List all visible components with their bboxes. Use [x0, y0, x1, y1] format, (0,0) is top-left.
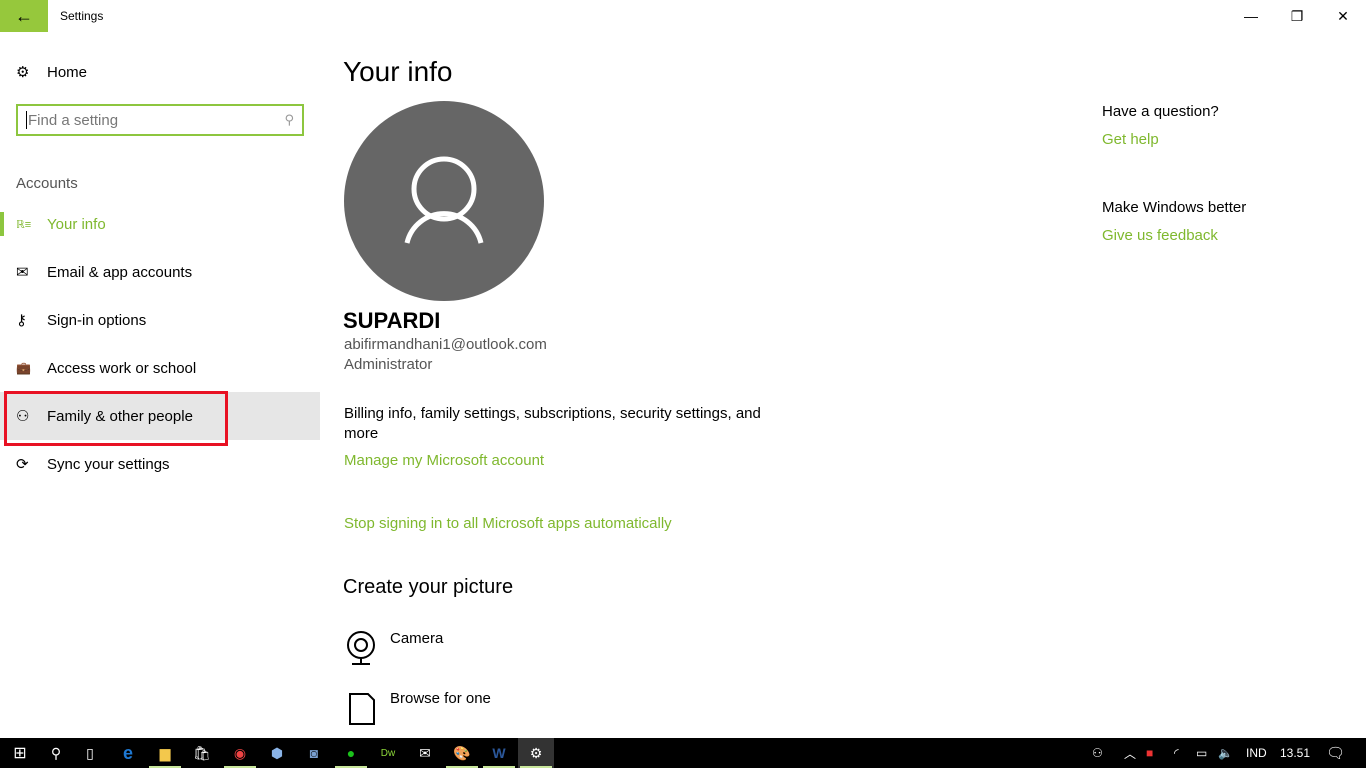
minimize-button[interactable]: — — [1228, 0, 1274, 32]
sidebar-item-sync[interactable]: ⟳ Sync your settings — [0, 440, 320, 488]
back-button[interactable]: ← — [0, 0, 48, 32]
battery-icon[interactable]: ▭ — [1196, 738, 1207, 768]
home-label: Home — [47, 63, 88, 81]
gear-icon: ⚙ — [16, 64, 30, 81]
app-cube-icon[interactable]: ⬢ — [259, 738, 295, 768]
settings-taskbar-icon[interactable]: ⚙ — [518, 738, 554, 768]
sidebar-item-label: Sign-in options — [47, 311, 147, 329]
volume-icon[interactable]: 🔈 — [1218, 738, 1233, 768]
task-view-icon[interactable]: ▯ — [72, 738, 108, 768]
user-email: abifirmandhani1@outlook.com — [344, 336, 547, 353]
search-icon[interactable]: ⚲ — [38, 738, 74, 768]
user-role: Administrator — [344, 356, 433, 373]
store-icon[interactable]: 🛍 — [184, 738, 220, 768]
chevron-up-icon[interactable]: ︿ — [1124, 738, 1136, 768]
mail-icon[interactable]: ✉ — [407, 738, 443, 768]
chrome-icon[interactable]: ◉ — [222, 738, 258, 768]
manage-account-link[interactable]: Manage my Microsoft account — [344, 452, 544, 469]
sidebar-item-sign-in[interactable]: ⚷ Sign-in options — [0, 296, 320, 344]
action-center-icon[interactable]: 🗨 — [1326, 738, 1345, 768]
window-title: Settings — [60, 9, 104, 23]
people-icon[interactable]: ⚇ — [1092, 738, 1103, 768]
sidebar-item-label: Access work or school — [47, 359, 197, 377]
camera-icon — [347, 631, 375, 665]
taskbar: ⊞ ⚲ ▯ e ▆ 🛍 ◉ ⬢ ◙ ● Dw ✉ 🎨 W ⚙ ⚇ ︿ ■ ◜ ▭… — [0, 738, 1366, 768]
language-indicator[interactable]: IND — [1246, 738, 1267, 768]
search-icon: ⚲ — [284, 112, 294, 127]
file-explorer-icon[interactable]: ▆ — [147, 738, 183, 768]
sidebar-item-label: Your info — [47, 215, 106, 233]
edge-icon[interactable]: e — [110, 738, 146, 768]
sidebar-item-your-info[interactable]: ℝ≡ Your info — [0, 200, 320, 248]
page-title: Your info — [343, 56, 453, 87]
acrobat-icon[interactable]: ■ — [1146, 738, 1153, 768]
sidebar-item-label: Sync your settings — [47, 455, 170, 473]
clock[interactable]: 13.51 — [1280, 738, 1310, 768]
sidebar-item-email[interactable]: ✉ Email & app accounts — [0, 248, 320, 296]
app-window-icon[interactable]: ◙ — [296, 738, 332, 768]
create-picture-heading: Create your picture — [343, 576, 514, 598]
section-accounts: Accounts — [16, 175, 78, 192]
close-button[interactable]: ✕ — [1320, 0, 1366, 32]
briefcase-icon: 💼 — [16, 361, 31, 375]
camera-label: Camera — [390, 630, 444, 647]
highlight-box — [4, 391, 228, 446]
back-arrow-icon: ← — [15, 5, 33, 26]
word-icon[interactable]: W — [481, 738, 517, 768]
start-windows-icon[interactable]: ⊞ — [0, 738, 40, 768]
browse-label: Browse for one — [390, 690, 491, 707]
wifi-icon[interactable]: ◜ — [1174, 738, 1179, 768]
maximize-button[interactable]: ❐ — [1274, 0, 1320, 32]
user-name: SUPARDI — [343, 308, 441, 333]
paint-icon[interactable]: 🎨 — [444, 738, 480, 768]
billing-text: Billing info, family settings, subscript… — [344, 405, 761, 442]
sync-icon: ⟳ — [16, 456, 29, 473]
dreamweaver-icon[interactable]: Dw — [370, 738, 406, 768]
feedback-link[interactable]: Give us feedback — [1102, 227, 1218, 244]
title-bar: ← Settings — ❐ ✕ — [0, 0, 1366, 32]
search-input[interactable]: Find a setting ⚲ — [16, 104, 304, 136]
better-heading: Make Windows better — [1102, 199, 1247, 216]
camera-option[interactable]: Camera — [344, 630, 443, 666]
file-icon — [349, 693, 375, 725]
browse-option[interactable]: Browse for one — [344, 690, 491, 726]
sidebar-item-label: Email & app accounts — [47, 263, 193, 281]
line-icon[interactable]: ● — [333, 738, 369, 768]
get-help-link[interactable]: Get help — [1102, 131, 1159, 148]
stop-signing-in-link[interactable]: Stop signing in to all Microsoft apps au… — [344, 515, 672, 532]
key-icon: ⚷ — [16, 312, 27, 329]
your-info-icon: ℝ≡ — [16, 218, 32, 231]
search-placeholder: Find a setting — [28, 111, 119, 129]
sidebar-home[interactable]: ⚙ Home — [0, 48, 320, 96]
avatar — [344, 101, 544, 301]
mail-icon: ✉ — [16, 264, 29, 281]
person-icon — [404, 156, 484, 244]
sidebar-item-work[interactable]: 💼 Access work or school — [0, 344, 320, 392]
question-heading: Have a question? — [1102, 103, 1219, 120]
